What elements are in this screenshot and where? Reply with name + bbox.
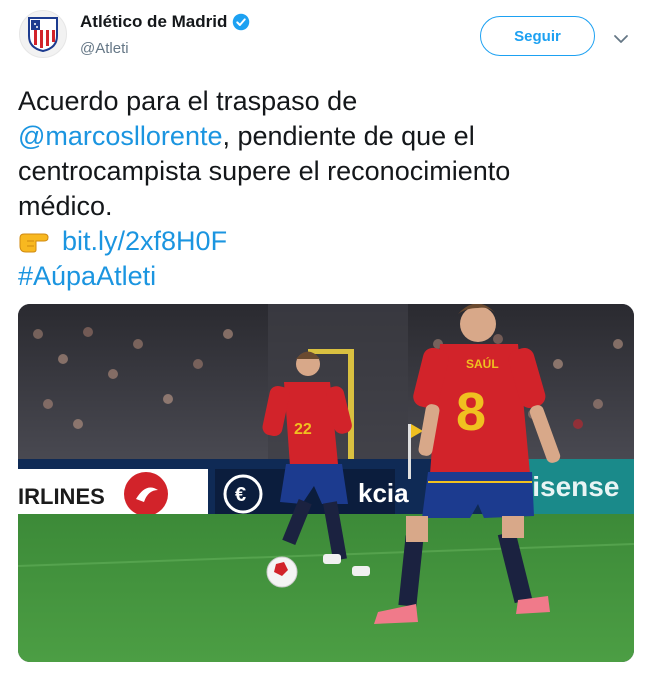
mention-link[interactable]: @marcosllorente	[18, 121, 222, 151]
tweet-hashtag-line: #AúpaAtleti	[18, 259, 618, 294]
tweet-header: Atlético de Madrid @Atleti Seguir	[0, 0, 649, 70]
player-back-name: SAÚL	[466, 356, 499, 371]
account-handle[interactable]: @Atleti	[80, 40, 129, 57]
tweet-link-line: bit.ly/2xf8H0F	[18, 224, 618, 259]
hashtag-link[interactable]: #AúpaAtleti	[18, 261, 156, 291]
tweet-line-4: médico.	[18, 191, 113, 221]
board-text-left: IRLINES	[18, 484, 105, 509]
pitch	[18, 514, 634, 662]
tweet-photo[interactable]: IRLINES € kcia Hisense 22 SAÚL 8	[18, 304, 634, 662]
pointing-hand-icon	[19, 233, 49, 253]
tweet-line-2-rest: , pendiente de que el	[222, 121, 475, 151]
atletico-crest-icon	[28, 17, 58, 52]
football-photo-scene: IRLINES € kcia Hisense 22 SAÚL 8	[18, 304, 634, 662]
tweet-text: Acuerdo para el traspaso de @marcosllore…	[18, 84, 618, 294]
name-row: Atlético de Madrid	[80, 12, 250, 32]
verified-badge-icon	[233, 13, 250, 31]
tweet-line-2: @marcosllorente, pendiente de que el	[18, 119, 618, 154]
short-link[interactable]: bit.ly/2xf8H0F	[62, 226, 227, 256]
tweet-line-1: Acuerdo para el traspaso de	[18, 86, 358, 116]
chevron-down-icon[interactable]	[612, 30, 630, 48]
player-front-number: 22	[294, 421, 312, 438]
svg-text:€: €	[235, 484, 246, 506]
follow-button[interactable]: Seguir	[480, 16, 595, 56]
goal-post	[348, 349, 354, 459]
avatar[interactable]	[19, 10, 67, 58]
tweet-line-3: centrocampista supere el reconocimiento	[18, 156, 511, 186]
display-name[interactable]: Atlético de Madrid	[80, 12, 227, 32]
player-back-number: 8	[456, 382, 486, 442]
board-text-mid: kcia	[358, 478, 409, 508]
